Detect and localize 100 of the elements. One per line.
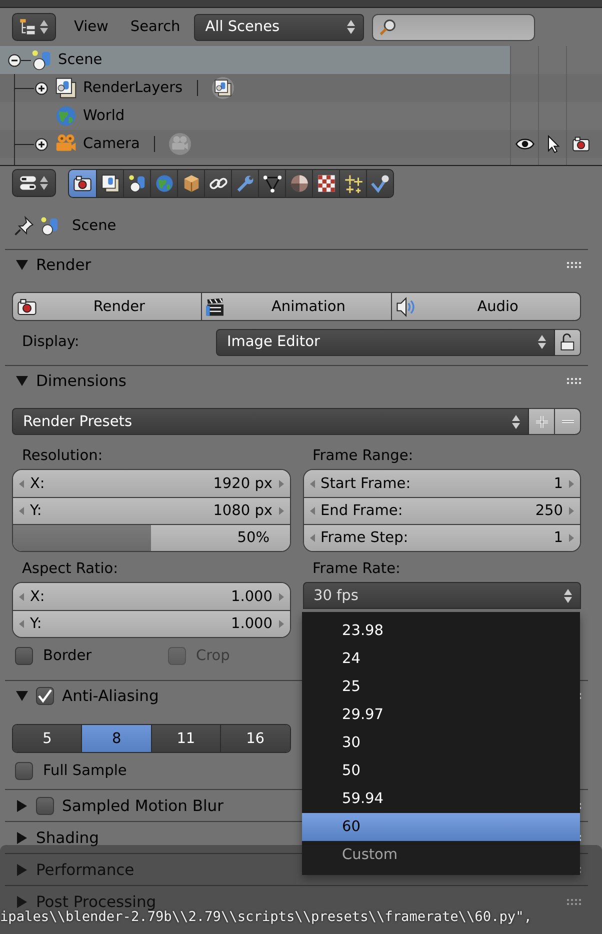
clapperboard-icon — [206, 296, 226, 316]
decrement-arrow-icon[interactable] — [19, 480, 24, 488]
camera-icon — [73, 174, 92, 192]
field-label: Display: — [21, 334, 80, 350]
properties-tab[interactable] — [258, 170, 285, 196]
checkbox[interactable] — [15, 762, 33, 780]
panel-title[interactable]: Dimensions — [36, 372, 126, 390]
pin-icon[interactable] — [14, 216, 34, 236]
menu-option[interactable]: 50 — [302, 757, 580, 785]
image-stack-icon — [55, 77, 77, 99]
editor-type-button[interactable] — [12, 169, 56, 197]
camera-icon[interactable] — [572, 135, 590, 153]
properties-tab[interactable] — [123, 170, 150, 196]
number-field[interactable]: Y: 1.000 — [13, 610, 290, 637]
section-label: Resolution: — [21, 447, 104, 466]
decrement-arrow-icon[interactable] — [310, 480, 314, 488]
up-down-arrows-icon — [40, 19, 48, 35]
plus-circle-icon[interactable] — [35, 82, 48, 94]
editor-type-button[interactable] — [12, 13, 56, 41]
animation-button[interactable]: Animation — [201, 293, 391, 320]
triangle-down-icon[interactable] — [16, 259, 28, 271]
triangle-right-icon[interactable] — [16, 832, 28, 844]
properties-tab[interactable] — [366, 170, 393, 196]
checkmark-icon — [370, 174, 390, 192]
increment-arrow-icon[interactable] — [278, 592, 284, 600]
menu-option[interactable]: 25 — [302, 673, 580, 701]
speaker-icon — [396, 296, 416, 316]
menu-option[interactable]: Custom — [302, 841, 580, 869]
triangle-right-icon[interactable] — [16, 800, 28, 812]
sample-option[interactable]: 5 — [13, 725, 82, 752]
triangle-right-icon[interactable] — [16, 864, 28, 876]
up-down-arrows-icon — [512, 414, 520, 430]
sample-option[interactable]: 11 — [150, 725, 220, 752]
frame-rate-dropdown[interactable]: 30 fps — [302, 582, 581, 609]
properties-tab[interactable] — [69, 170, 96, 196]
checkbox[interactable] — [36, 796, 54, 814]
increment-arrow-icon[interactable] — [569, 507, 574, 515]
increment-arrow-icon[interactable] — [278, 620, 284, 628]
checkbox[interactable] — [36, 687, 54, 705]
number-field[interactable]: Frame Step: 1 — [304, 524, 580, 551]
up-down-arrows-icon — [347, 19, 356, 35]
scene-filter-dropdown[interactable]: All Scenes — [194, 14, 364, 40]
increment-arrow-icon[interactable] — [278, 480, 284, 488]
image-stack-icon — [214, 79, 232, 97]
render-button[interactable]: Render — [13, 293, 202, 320]
sample-option[interactable]: 8 — [81, 725, 151, 752]
menu-item[interactable]: Search — [130, 19, 180, 35]
outliner-row[interactable]: Camera — [0, 130, 602, 158]
checkbox[interactable] — [15, 646, 33, 664]
increment-arrow-icon[interactable] — [569, 480, 574, 488]
properties-tab[interactable] — [204, 170, 231, 196]
decrement-arrow-icon[interactable] — [19, 507, 24, 515]
menu-option[interactable]: 23.98 — [302, 617, 580, 645]
properties-tab[interactable] — [339, 170, 366, 196]
menu-option[interactable]: 24 — [302, 645, 580, 673]
menu-option[interactable]: 29.97 — [302, 701, 580, 729]
menu-option[interactable]: 60 — [302, 813, 580, 841]
increment-arrow-icon[interactable] — [278, 507, 284, 515]
grip-dots-icon[interactable] — [567, 898, 581, 904]
outliner-row[interactable]: RenderLayers — [0, 74, 602, 102]
tree-list-icon — [19, 18, 37, 36]
grip-dots-icon[interactable] — [567, 378, 581, 384]
triangle-down-icon[interactable] — [16, 690, 28, 702]
plus-circle-icon[interactable] — [35, 138, 48, 150]
decrement-arrow-icon[interactable] — [19, 592, 24, 600]
panel-title[interactable]: Shading — [36, 828, 99, 846]
globe-icon — [55, 105, 77, 127]
grip-dots-icon[interactable] — [567, 262, 581, 268]
checkbox-label[interactable]: Border — [43, 648, 92, 664]
properties-tab[interactable] — [285, 170, 312, 196]
increment-arrow-icon[interactable] — [569, 534, 574, 542]
decrement-arrow-icon[interactable] — [310, 534, 314, 542]
minus-circle-icon[interactable] — [8, 54, 21, 66]
panel-title[interactable]: Sampled Motion Blur — [62, 796, 224, 814]
properties-tab[interactable] — [96, 170, 123, 196]
decrement-arrow-icon[interactable] — [310, 507, 314, 515]
audio-button[interactable]: Audio — [390, 293, 580, 320]
presets-dropdown[interactable]: Render Presets — [12, 408, 529, 435]
properties-tab[interactable] — [312, 170, 339, 196]
triangle-down-icon[interactable] — [16, 375, 28, 387]
menu-option[interactable]: 59.94 — [302, 785, 580, 813]
menu-item[interactable]: View — [74, 19, 108, 35]
properties-tab[interactable] — [177, 170, 204, 196]
display-dropdown[interactable]: Image Editor — [216, 328, 555, 356]
image-stack-icon — [100, 174, 120, 192]
triangle-right-icon[interactable] — [16, 896, 28, 908]
add-preset-button[interactable] — [529, 408, 555, 435]
sample-option[interactable]: 16 — [220, 725, 290, 752]
checkbox-label[interactable]: Full Sample — [43, 762, 127, 778]
search-field[interactable] — [372, 14, 536, 40]
section-label: Frame Range: — [312, 447, 414, 466]
cube-icon — [182, 174, 200, 192]
checker-icon — [316, 174, 336, 192]
panel-title[interactable]: Anti-Aliasing — [62, 687, 159, 705]
panel-title[interactable]: Render — [36, 256, 92, 274]
menu-option[interactable]: 30 — [302, 729, 580, 757]
lock-button[interactable] — [555, 328, 581, 356]
decrement-arrow-icon[interactable] — [19, 620, 24, 628]
remove-preset-button[interactable] — [555, 408, 581, 435]
percentage-slider[interactable]: 50% — [13, 524, 290, 551]
